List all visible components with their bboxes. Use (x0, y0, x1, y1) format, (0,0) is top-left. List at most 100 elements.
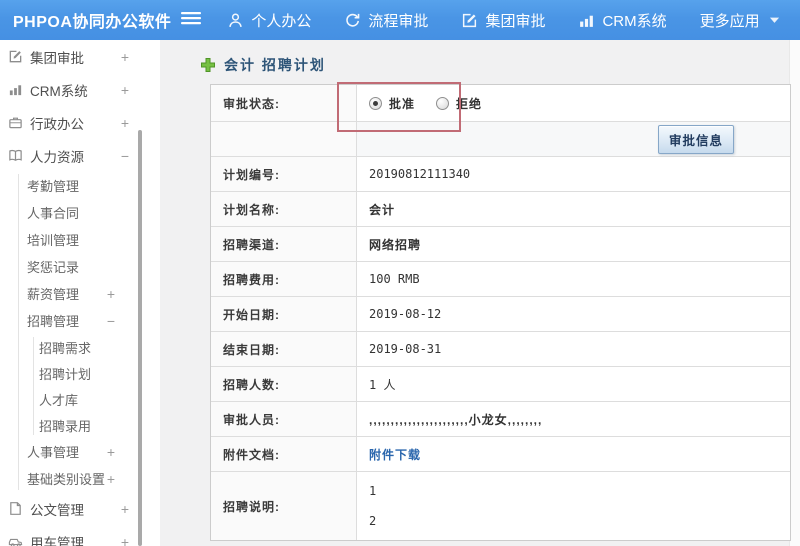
field-label: 招聘人数: (211, 367, 357, 401)
nav-item-label: 流程审批 (368, 12, 429, 30)
sidebar-item-reward-punishment-records[interactable]: 奖惩记录 (0, 253, 160, 280)
nav-item-process-approval[interactable]: 流程审批 (344, 10, 428, 31)
page-title: 会计 招聘计划 (200, 55, 326, 75)
form-row-attachment: 附件文档: 附件下载 (211, 437, 790, 472)
field-value: 100 RMB (369, 272, 420, 286)
sidebar: 集团审批 + CRM系统 + 行政办公 + 人力资源 − 考勤管理 人事合同 培训管理 奖惩记录 薪资管… (0, 40, 160, 546)
car-icon (8, 538, 23, 546)
sidebar-item-document-management[interactable]: 公文管理 + (0, 492, 160, 525)
sidebar-item-label: 人事合同 (27, 206, 80, 221)
sidebar-item-label: 培训管理 (27, 233, 80, 248)
sidebar-item-salary-management[interactable]: 薪资管理 + (0, 280, 160, 307)
main-content: 会计 招聘计划 审批状态: 批准 拒绝 审批信息 计划编号: 2019081211… (160, 40, 800, 546)
field-value: 网络招聘 (369, 237, 422, 252)
page-title-text: 会计 招聘计划 (224, 57, 326, 73)
form-row-recruitment-headcount: 招聘人数: 1 人 (211, 367, 790, 402)
field-value: 1 人 (369, 377, 396, 392)
caret-down-icon (769, 17, 779, 23)
sidebar-item-personnel-contract[interactable]: 人事合同 (0, 199, 160, 226)
field-value: 20190812111340 (369, 167, 471, 181)
sidebar-item-crm-system[interactable]: CRM系统 + (0, 73, 160, 106)
radio-reject[interactable] (436, 96, 450, 110)
expand-plus-icon[interactable]: + (121, 535, 129, 546)
field-label: 审批状态: (211, 85, 357, 121)
sidebar-item-training-management[interactable]: 培训管理 (0, 226, 160, 253)
field-label: 招聘渠道: (211, 227, 357, 261)
field-label: 计划编号: (211, 157, 357, 191)
plus-icon (201, 58, 215, 72)
edit-icon (463, 13, 477, 27)
nav-item-label: CRM系统 (602, 12, 667, 30)
form-row-recruitment-description: 招聘说明: 1 2 (211, 472, 790, 540)
sidebar-item-label: 招聘需求 (39, 340, 92, 356)
sidebar-item-label: 薪资管理 (27, 287, 80, 302)
expand-plus-icon[interactable]: + (107, 445, 115, 459)
sidebar-item-label: CRM系统 (30, 83, 88, 99)
sidebar-item-human-resources[interactable]: 人力资源 − (0, 139, 160, 172)
field-label: 附件文档: (211, 437, 357, 471)
nav-item-personal-office[interactable]: 个人办公 (227, 10, 311, 31)
form-row-end-date: 结束日期: 2019-08-31 (211, 332, 790, 367)
sidebar-item-label: 人才库 (39, 392, 79, 408)
field-value: 2019-08-31 (369, 342, 442, 356)
sidebar-item-group-approval[interactable]: 集团审批 + (0, 40, 160, 73)
collapse-minus-icon[interactable]: − (121, 149, 129, 163)
approval-info-button[interactable]: 审批信息 (657, 124, 734, 154)
add-plus-icon (200, 57, 216, 73)
sidebar-item-recruitment-demand[interactable]: 招聘需求 (0, 334, 160, 360)
book-icon (9, 149, 22, 161)
sidebar-scrollbar-thumb[interactable] (138, 130, 142, 546)
nav-item-crm-system[interactable]: CRM系统 (578, 10, 667, 31)
sidebar-item-label: 基础类别设置 (27, 472, 106, 487)
sidebar-item-personnel-management[interactable]: 人事管理 + (0, 438, 160, 465)
recruitment-plan-detail-table: 审批状态: 批准 拒绝 审批信息 计划编号: 20190812111340 计划名称… (210, 84, 791, 541)
sidebar-item-label: 人力资源 (30, 149, 84, 165)
nav-item-group-approval[interactable]: 集团审批 (461, 10, 545, 31)
user-icon (229, 12, 243, 27)
sidebar-item-talent-pool[interactable]: 人才库 (0, 386, 160, 412)
sidebar-item-label: 集团审批 (30, 50, 84, 66)
top-nav-menu: 个人办公 流程审批 集团审批 CRM系统 更多应用 (227, 10, 800, 31)
field-value: 2019-08-12 (369, 307, 442, 321)
sidebar-item-recruitment-plan[interactable]: 招聘计划 (0, 360, 160, 386)
attachment-download-link[interactable]: 附件下载 (369, 446, 421, 463)
radio-approve[interactable] (369, 96, 382, 110)
form-row-recruitment-channel: 招聘渠道: 网络招聘 (211, 227, 790, 262)
form-row-plan-number: 计划编号: 20190812111340 (211, 157, 790, 192)
top-navbar: PHPOA协同办公软件 个人办公 流程审批 集团审批 CRM系统 更多应用 (0, 0, 800, 40)
field-value: 会计 (369, 202, 396, 217)
approval-status-options: 批准 拒绝 (357, 85, 790, 121)
expand-plus-icon[interactable]: + (107, 472, 115, 486)
sidebar-item-recruitment-hiring[interactable]: 招聘录用 (0, 412, 160, 438)
nav-item-label: 个人办公 (251, 12, 312, 30)
doc-icon (10, 502, 21, 515)
nav-item-label: 集团审批 (485, 12, 546, 30)
sidebar-item-label: 招聘录用 (39, 418, 92, 434)
field-label (211, 122, 357, 156)
sidebar-item-label: 考勤管理 (27, 179, 80, 194)
expand-plus-icon[interactable]: + (121, 116, 129, 130)
expand-plus-icon[interactable]: + (121, 50, 129, 64)
briefcase-icon (9, 117, 22, 129)
chart-icon (9, 85, 22, 96)
radio-reject-label: 拒绝 (456, 96, 483, 111)
sidebar-item-label: 人事管理 (27, 445, 80, 460)
sidebar-item-label: 奖惩记录 (27, 260, 80, 275)
expand-plus-icon[interactable]: + (121, 83, 129, 97)
nav-item-more-apps[interactable]: 更多应用 (700, 10, 780, 31)
field-label: 开始日期: (211, 297, 357, 331)
expand-plus-icon[interactable]: + (107, 287, 115, 301)
expand-plus-icon[interactable]: + (121, 502, 129, 516)
sidebar-item-vehicle-management[interactable]: 用车管理 + (0, 525, 160, 546)
form-row-approval-status: 审批状态: 批准 拒绝 (211, 85, 790, 122)
form-row-recruitment-cost: 招聘费用: 100 RMB (211, 262, 790, 297)
hamburger-menu-button[interactable] (181, 10, 202, 31)
sidebar-item-basic-category-settings[interactable]: 基础类别设置 + (0, 465, 160, 492)
sidebar-item-label: 公文管理 (30, 502, 84, 518)
field-label: 审批人员: (211, 402, 357, 436)
sidebar-item-admin-office[interactable]: 行政办公 + (0, 106, 160, 139)
sidebar-item-attendance-management[interactable]: 考勤管理 (0, 172, 160, 199)
cycle-icon (346, 13, 360, 27)
sidebar-item-recruitment-management[interactable]: 招聘管理 − (0, 307, 160, 334)
collapse-minus-icon[interactable]: − (107, 314, 115, 328)
